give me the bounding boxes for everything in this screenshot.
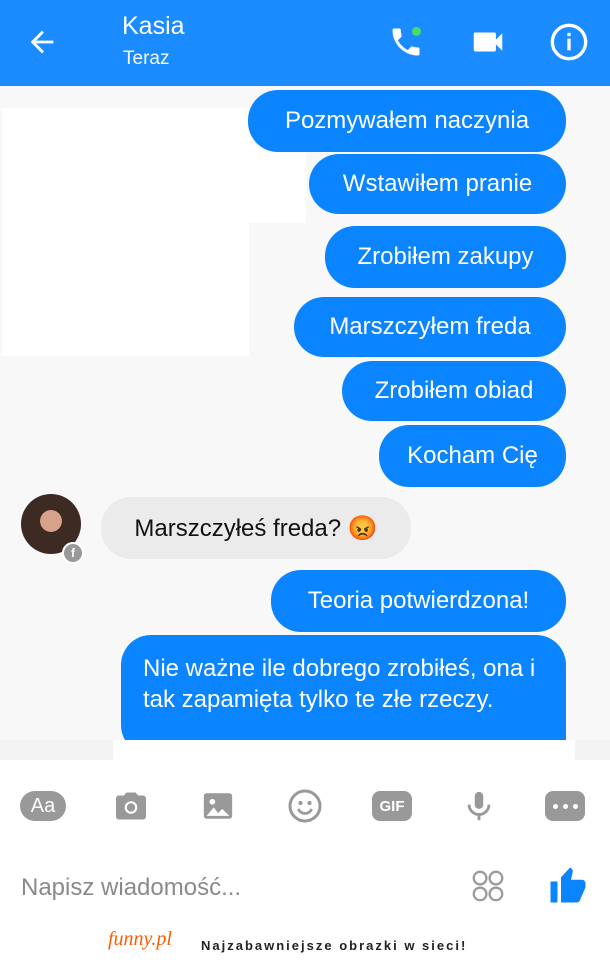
message-outgoing[interactable]: Zrobiłem obiad xyxy=(342,361,566,421)
sticker-button[interactable] xyxy=(469,867,507,905)
message-outgoing[interactable]: Zrobiłem zakupy xyxy=(325,226,566,288)
like-button[interactable] xyxy=(547,864,589,906)
message-incoming[interactable]: Marszczyłeś freda? 😡 xyxy=(101,497,411,559)
image-icon xyxy=(203,793,233,819)
info-icon xyxy=(550,23,588,61)
message-outgoing[interactable]: Pozmywałem naczynia xyxy=(248,90,566,152)
info-button[interactable] xyxy=(547,20,591,64)
funny-logo: funny.pl xyxy=(108,928,172,950)
blank-area xyxy=(2,216,249,356)
camera-button[interactable] xyxy=(108,783,154,829)
chat-header: Kasia Teraz xyxy=(0,0,610,86)
gif-icon: GIF xyxy=(372,791,412,821)
more-button[interactable] xyxy=(542,783,588,829)
video-call-button[interactable] xyxy=(466,20,510,64)
gallery-button[interactable] xyxy=(195,783,241,829)
message-outgoing[interactable]: Marszczyłem freda xyxy=(294,297,566,357)
phone-icon xyxy=(392,27,421,56)
conversation[interactable]: Pozmywałem naczynia Wstawiłem pranie Zro… xyxy=(0,86,610,740)
voice-button[interactable] xyxy=(456,783,502,829)
video-icon xyxy=(473,32,503,52)
contact-name: Kasia xyxy=(122,12,185,40)
gif-button[interactable]: GIF xyxy=(369,783,415,829)
emoji-button[interactable] xyxy=(282,783,328,829)
sticker-faces-icon xyxy=(472,870,504,902)
contact-status: Teraz xyxy=(123,48,170,69)
smiley-icon xyxy=(288,789,322,823)
text-style-button[interactable]: Aa xyxy=(20,783,66,829)
thumbs-up-icon xyxy=(550,867,586,903)
composer-toolbar: Aa GIF xyxy=(0,760,610,850)
message-outgoing[interactable]: Kocham Cię xyxy=(379,425,566,487)
message-outgoing[interactable]: Nie ważne ile dobrego zrobiłeś, ona i ta… xyxy=(121,635,566,740)
microphone-icon xyxy=(467,791,491,821)
messenger-badge-icon: f xyxy=(62,542,84,564)
call-button[interactable] xyxy=(384,20,428,64)
watermark-slogan: Najzabawniejsze obrazki w sieci! xyxy=(201,938,468,953)
aa-icon: Aa xyxy=(20,791,66,821)
back-arrow-icon xyxy=(30,30,54,54)
camera-icon xyxy=(116,792,146,820)
message-input[interactable]: Napisz wiadomość... xyxy=(21,874,241,902)
more-dots-icon xyxy=(545,791,585,821)
message-outgoing[interactable]: Teoria potwierdzona! xyxy=(271,570,566,632)
back-button[interactable] xyxy=(22,22,62,62)
message-outgoing[interactable]: Wstawiłem pranie xyxy=(309,154,566,214)
